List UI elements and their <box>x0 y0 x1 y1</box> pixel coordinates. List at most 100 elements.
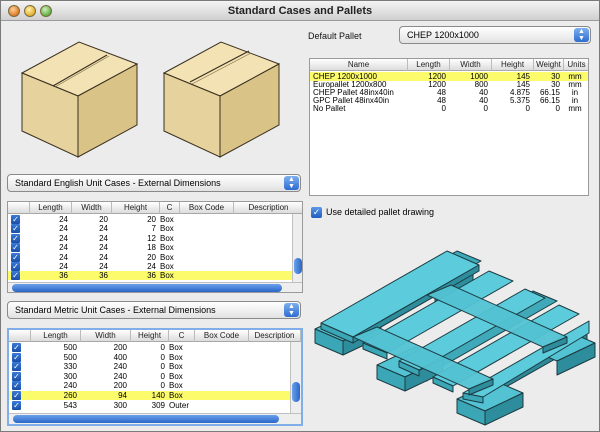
metric_cases-row[interactable]: ✓ 500 400 0 Box <box>9 352 290 362</box>
metric-horizontal-scroll-thumb[interactable] <box>13 415 279 423</box>
english_cases-row[interactable]: ✓ 24 24 12 Box <box>8 233 292 243</box>
include-checkbox[interactable]: ✓ <box>11 215 20 224</box>
english_cases-cell-width: 20 <box>99 215 108 224</box>
english_cases-cell-width: 24 <box>99 262 108 271</box>
metric_cases-row[interactable]: ✓ 260 94 140 Box <box>9 391 290 400</box>
pallet_table-cell-height: 0 <box>525 104 530 113</box>
english_cases-cell-length: 36 <box>59 271 68 281</box>
english_cases-cell-c: Box <box>160 271 174 281</box>
pallet_table-column-header[interactable]: Height <box>492 59 534 71</box>
metric_cases-row[interactable]: ✓ 240 200 0 Box <box>9 381 290 391</box>
default-pallet-label: Default Pallet <box>308 31 362 41</box>
metric_cases-cell-height: 0 <box>160 362 165 372</box>
metric-cases-popup[interactable]: Standard Metric Unit Cases - External Di… <box>7 301 301 319</box>
english_cases-row[interactable]: ✓ 24 24 20 Box <box>8 252 292 262</box>
english_cases-row[interactable]: ✓ 24 24 24 Box <box>8 262 292 271</box>
english_cases-column-header[interactable]: Box Code <box>180 202 234 214</box>
include-checkbox[interactable]: ✓ <box>11 271 20 281</box>
english_cases-column-header[interactable]: Width <box>72 202 112 214</box>
english-cases-popup[interactable]: Standard English Unit Cases - External D… <box>7 174 301 192</box>
include-checkbox[interactable]: ✓ <box>12 371 21 381</box>
english_cases-cell-width: 24 <box>99 233 108 243</box>
pallet-illustration <box>314 250 596 426</box>
english_cases-cell-length: 24 <box>59 252 68 262</box>
window-title: Standard Cases and Pallets <box>227 5 373 17</box>
pallet_table-cell-weight: 0 <box>555 104 560 113</box>
box-illustration-top-seam <box>20 41 139 158</box>
include-checkbox[interactable]: ✓ <box>12 362 21 372</box>
english_cases-column-header[interactable] <box>8 202 30 214</box>
metric_cases-column-header[interactable]: Height <box>131 330 169 342</box>
metric_cases-cell-height: 0 <box>160 381 165 391</box>
metric_cases-cell-width: 240 <box>113 362 127 372</box>
metric-vertical-scrollbar[interactable] <box>290 342 301 413</box>
metric-horizontal-scrollbar[interactable] <box>9 413 301 424</box>
include-checkbox[interactable]: ✓ <box>11 262 20 271</box>
default-pallet-popup[interactable]: CHEP 1200x1000 ▲ ▼ <box>399 26 591 44</box>
metric-vertical-scroll-thumb[interactable] <box>292 382 300 402</box>
include-checkbox[interactable]: ✓ <box>12 352 21 362</box>
metric_cases-row[interactable]: ✓ 543 300 309 Outer <box>9 400 290 410</box>
metric_cases-cell-height: 0 <box>160 371 165 381</box>
detailed-drawing-checkbox[interactable]: ✓ <box>311 207 322 218</box>
metric_cases-row[interactable]: ✓ 330 240 0 Box <box>9 362 290 372</box>
english_cases-cell-length: 24 <box>59 215 68 224</box>
include-checkbox[interactable]: ✓ <box>12 381 21 391</box>
metric_cases-row[interactable]: ✓ 300 240 0 Box <box>9 371 290 381</box>
english_cases-row[interactable]: ✓ 24 20 20 Box <box>8 215 292 224</box>
english-horizontal-scrollbar[interactable] <box>8 282 302 292</box>
english_cases-cell-c: Box <box>160 262 174 271</box>
metric-cases-header: Length Width Height C Box Code Description <box>9 330 301 342</box>
english_cases-cell-width: 24 <box>99 243 108 253</box>
english-cases-popup-value: Standard English Unit Cases - External D… <box>15 178 221 188</box>
english_cases-row[interactable]: ✓ 36 36 36 Box <box>8 271 292 281</box>
english-vertical-scroll-thumb[interactable] <box>294 258 302 274</box>
include-checkbox[interactable]: ✓ <box>11 233 20 243</box>
include-checkbox[interactable]: ✓ <box>12 343 21 352</box>
metric_cases-cell-height: 0 <box>160 343 165 352</box>
english-horizontal-scroll-thumb[interactable] <box>12 284 282 292</box>
metric_cases-row[interactable]: ✓ 500 200 0 Box <box>9 343 290 352</box>
english_cases-cell-length: 24 <box>59 243 68 253</box>
pallet_table-column-header[interactable]: Length <box>408 59 450 71</box>
english_cases-cell-width: 24 <box>99 224 108 234</box>
english_cases-row[interactable]: ✓ 24 24 7 Box <box>8 224 292 234</box>
metric_cases-cell-c: Outer <box>169 400 190 410</box>
english_cases-cell-height: 12 <box>147 233 156 243</box>
pallet_table-column-header[interactable]: Weight <box>534 59 564 71</box>
include-checkbox[interactable]: ✓ <box>11 243 20 253</box>
pallet_table-column-header[interactable]: Width <box>450 59 492 71</box>
english_cases-cell-c: Box <box>160 233 174 243</box>
include-checkbox[interactable]: ✓ <box>12 400 21 410</box>
metric_cases-column-header[interactable]: C <box>169 330 195 342</box>
metric_cases-column-header[interactable]: Length <box>31 330 81 342</box>
english_cases-cell-length: 24 <box>59 224 68 234</box>
pallet_table-column-header[interactable]: Units <box>564 59 588 71</box>
metric_cases-cell-c: Box <box>169 362 183 372</box>
metric_cases-cell-length: 500 <box>63 352 77 362</box>
metric_cases-column-header[interactable]: Box Code <box>195 330 249 342</box>
metric_cases-cell-length: 543 <box>63 400 77 410</box>
english_cases-column-header[interactable]: Length <box>30 202 72 214</box>
pallet_table-cell-length: 0 <box>441 104 446 113</box>
english_cases-column-header[interactable]: Description <box>234 202 302 214</box>
metric_cases-column-header[interactable]: Description <box>249 330 301 342</box>
english-cases-header: Length Width Height C Box Code Description <box>8 202 302 214</box>
metric_cases-column-header[interactable] <box>9 330 31 342</box>
detailed-drawing-label: Use detailed pallet drawing <box>326 207 435 217</box>
english_cases-column-header[interactable]: Height <box>112 202 160 214</box>
metric_cases-cell-c: Box <box>169 371 183 381</box>
metric_cases-column-header[interactable]: Width <box>81 330 131 342</box>
english_cases-row[interactable]: ✓ 24 24 18 Box <box>8 243 292 253</box>
pallet_table-cell-width: 0 <box>483 104 488 113</box>
include-checkbox[interactable]: ✓ <box>11 224 20 234</box>
include-checkbox[interactable]: ✓ <box>12 391 21 400</box>
include-checkbox[interactable]: ✓ <box>11 252 20 262</box>
english-vertical-scrollbar[interactable] <box>292 214 302 283</box>
pallet_table-row[interactable]: No Pallet 0 0 0 0 mm <box>310 104 588 113</box>
metric_cases-cell-length: 500 <box>63 343 77 352</box>
english_cases-cell-c: Box <box>160 215 174 224</box>
metric-cases-popup-value: Standard Metric Unit Cases - External Di… <box>15 305 216 315</box>
english_cases-column-header[interactable]: C <box>160 202 180 214</box>
pallet_table-column-header[interactable]: Name <box>310 59 408 71</box>
